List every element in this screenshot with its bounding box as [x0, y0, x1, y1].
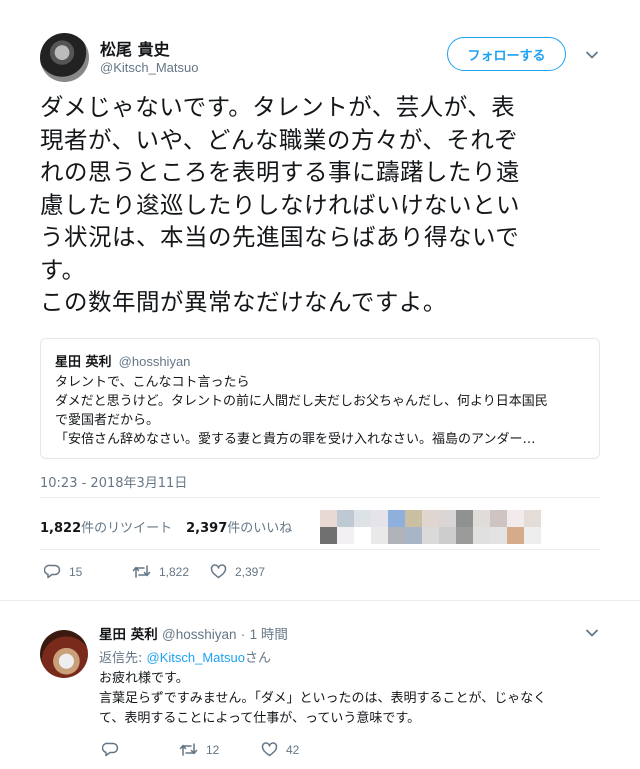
retweet-action[interactable]: 12	[179, 741, 261, 758]
quoted-tweet[interactable]: 星田 英利 @hosshiyan タレントで、こんなコト言ったら ダメだと思うけ…	[40, 338, 600, 459]
reply-header: 星田 英利 @hosshiyan · 1 時間	[99, 623, 288, 643]
author-handle[interactable]: @Kitsch_Matsuo	[100, 60, 198, 75]
divider	[0, 600, 640, 601]
reply-to-line: 返信先: @Kitsch_Matsuoさん	[99, 647, 271, 666]
heart-icon	[210, 563, 227, 580]
liker-avatar[interactable]	[303, 510, 320, 527]
liker-avatar[interactable]	[422, 527, 439, 544]
tweet-timestamp[interactable]: 10:23 - 2018年3月11日	[40, 472, 187, 491]
reply-icon	[102, 741, 119, 758]
liker-avatar[interactable]	[354, 510, 371, 527]
liker-avatar[interactable]	[405, 510, 422, 527]
follow-button[interactable]: フォローする	[447, 37, 566, 71]
reply-action[interactable]: 15	[44, 563, 132, 580]
retweet-stat-count: 1,822	[40, 521, 82, 536]
liker-avatar[interactable]	[456, 510, 473, 527]
divider	[40, 549, 600, 550]
reply-action[interactable]	[102, 741, 179, 758]
liker-avatar[interactable]	[473, 510, 490, 527]
quoted-tweet-header: 星田 英利 @hosshiyan	[55, 351, 585, 370]
reply-count: 15	[69, 564, 83, 579]
liker-avatar[interactable]	[388, 527, 405, 544]
heart-icon	[261, 741, 278, 758]
reply-author-avatar[interactable]	[40, 630, 88, 678]
tweet-text: ダメじゃないです。タレントが、芸人が、表 現者が、いや、どんな職業の方々が、それ…	[40, 93, 520, 316]
author-avatar[interactable]	[40, 33, 89, 82]
like-count: 42	[286, 742, 300, 757]
liker-avatar[interactable]	[303, 527, 320, 544]
divider	[40, 497, 600, 498]
liker-avatar[interactable]	[439, 527, 456, 544]
liker-avatar[interactable]	[388, 510, 405, 527]
liker-avatar[interactable]	[371, 510, 388, 527]
retweet-stat[interactable]: 1,822件のリツイート	[40, 521, 172, 536]
reply-separator: ·	[240, 627, 246, 642]
chevron-down-icon[interactable]	[585, 626, 599, 640]
retweet-icon	[132, 563, 151, 580]
liker-avatar[interactable]	[337, 527, 354, 544]
liker-avatar[interactable]	[439, 510, 456, 527]
liker-avatars[interactable]	[303, 510, 541, 544]
reply-actions: 12 42	[102, 741, 299, 758]
liker-avatar[interactable]	[507, 510, 524, 527]
liker-avatar[interactable]	[524, 510, 541, 527]
author-name[interactable]: 松尾 貴史	[100, 36, 170, 60]
reply-text: お疲れ様です。 言葉足らずですみません。「ダメ」といったのは、表明することが、じ…	[99, 671, 547, 726]
reply-author-name[interactable]: 星田 英利	[99, 627, 158, 643]
liker-avatar[interactable]	[473, 527, 490, 544]
liker-avatar[interactable]	[524, 527, 541, 544]
quoted-author-name: 星田 英利	[55, 355, 112, 370]
liker-avatar[interactable]	[456, 527, 473, 544]
like-action[interactable]: 42	[261, 741, 299, 758]
reply-to-prefix: 返信先:	[99, 651, 147, 666]
like-stat-label: 件のいいね	[227, 521, 293, 536]
reply-author-handle[interactable]: @hosshiyan	[162, 627, 237, 642]
liker-avatar[interactable]	[320, 510, 337, 527]
reply-tweet[interactable]: 星田 英利 @hosshiyan · 1 時間 返信先: @Kitsch_Mat…	[0, 610, 640, 769]
retweet-count: 1,822	[159, 564, 190, 579]
liker-avatar[interactable]	[320, 527, 337, 544]
retweet-stat-label: 件のリツイート	[81, 521, 173, 536]
liker-avatar[interactable]	[337, 510, 354, 527]
tweet-actions: 15 1,822 2,397	[44, 563, 265, 580]
liker-avatar[interactable]	[490, 527, 507, 544]
like-stat-count: 2,397	[186, 521, 228, 536]
quoted-tweet-text: タレントで、こんなコト言ったら ダメだと思うけど。タレントの前に人間だし夫だしお…	[55, 375, 548, 447]
chevron-down-icon[interactable]	[585, 48, 599, 62]
like-count: 2,397	[235, 564, 266, 579]
liker-avatar[interactable]	[354, 527, 371, 544]
engagement-stats: 1,822件のリツイート 2,397件のいいね	[40, 517, 292, 536]
like-action[interactable]: 2,397	[210, 563, 265, 580]
reply-icon	[44, 563, 61, 580]
liker-avatar[interactable]	[507, 527, 524, 544]
liker-avatar[interactable]	[490, 510, 507, 527]
reply-to-handle[interactable]: @Kitsch_Matsuo	[147, 650, 245, 665]
liker-avatar[interactable]	[371, 527, 388, 544]
liker-avatar[interactable]	[405, 527, 422, 544]
reply-time[interactable]: 1 時間	[250, 627, 288, 642]
quoted-author-handle: @hosshiyan	[118, 354, 191, 369]
retweet-action[interactable]: 1,822	[132, 563, 210, 580]
like-stat[interactable]: 2,397件のいいね	[186, 521, 292, 536]
reply-to-suffix: さん	[244, 651, 271, 666]
retweet-icon	[179, 741, 198, 758]
liker-avatar[interactable]	[422, 510, 439, 527]
retweet-count: 12	[206, 742, 220, 757]
